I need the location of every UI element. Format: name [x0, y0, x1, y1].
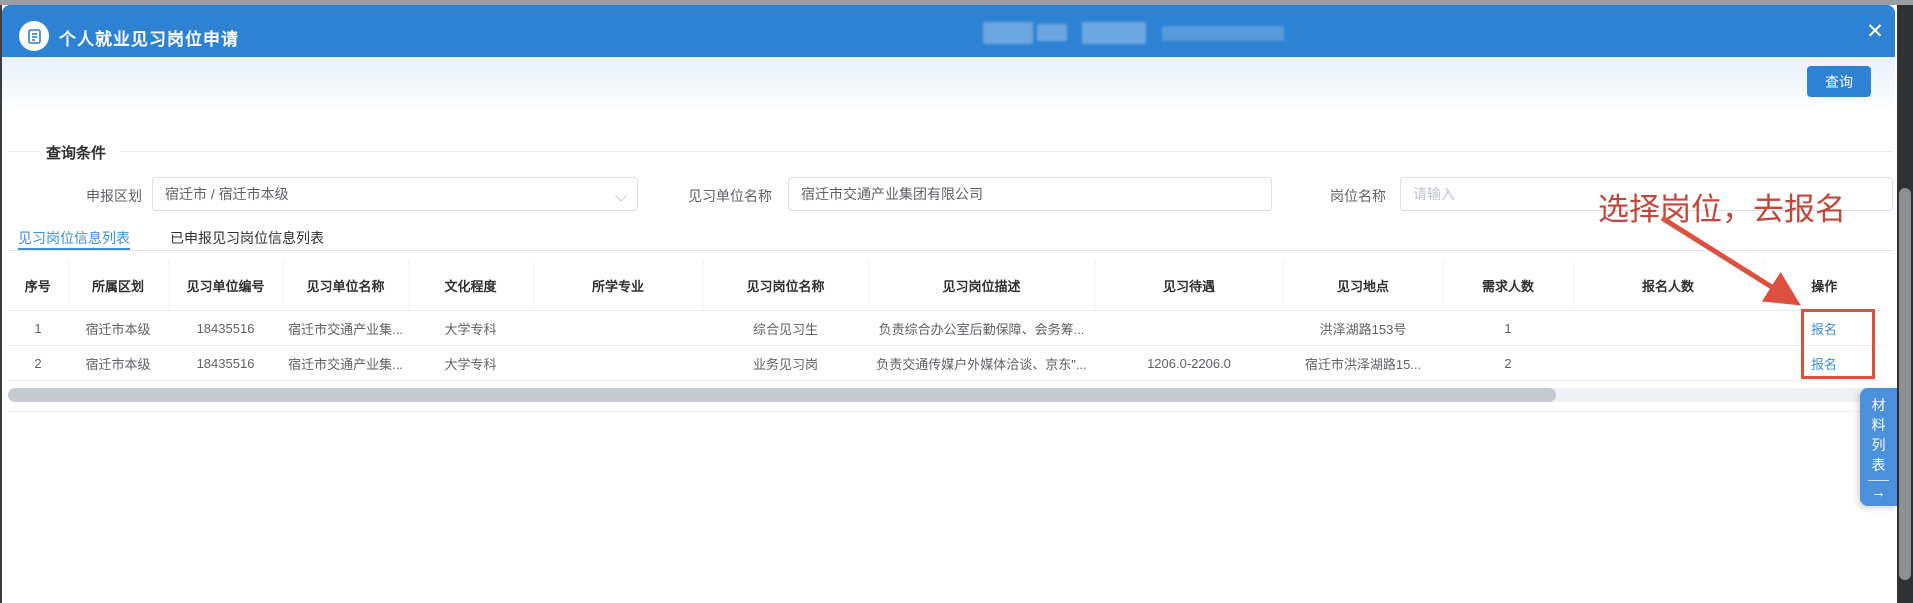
apply-link[interactable]: 报名 — [1811, 357, 1837, 372]
col-post-name: 见习岗位名称 — [703, 260, 868, 311]
vertical-scrollbar-thumb[interactable] — [1899, 188, 1911, 580]
col-applied: 报名人数 — [1573, 260, 1763, 311]
side-tab-divider — [1868, 480, 1889, 481]
apply-link[interactable]: 报名 — [1811, 322, 1837, 337]
form-document-icon — [19, 21, 49, 51]
cell-demand: 1 — [1443, 311, 1573, 346]
redacted-text-block — [1082, 22, 1146, 44]
screen: 个人就业见习岗位申请 ✕ 查询 查询条件 申报区划 宿迁市 / 宿迁市本级 见习… — [0, 0, 1913, 603]
table-row: 2 宿迁市本级 18435516 宿迁市交通产业集... 大学专科 业务见习岗 … — [8, 346, 1885, 381]
district-label: 申报区划 — [40, 186, 142, 206]
post-name-label: 岗位名称 — [1286, 186, 1386, 206]
col-demand: 需求人数 — [1443, 260, 1573, 311]
cell-post-name: 综合见习生 — [703, 311, 868, 346]
dialog-header: 个人就业见习岗位申请 — [2, 5, 1895, 57]
cell-post-desc: 负责交通传媒户外媒体洽谈、京东"... — [868, 346, 1095, 381]
district-select-value: 宿迁市 / 宿迁市本级 — [165, 186, 289, 202]
redacted-text-block — [1162, 26, 1284, 41]
side-tab-char: 表 — [1860, 455, 1897, 475]
dialog-title: 个人就业见习岗位申请 — [59, 25, 239, 50]
tab-job-list[interactable]: 见习岗位信息列表 — [18, 228, 130, 248]
chevron-down-icon — [615, 190, 626, 201]
district-select[interactable]: 宿迁市 / 宿迁市本级 — [152, 177, 638, 211]
table-bottom-line — [8, 411, 1893, 412]
cell-post-name: 业务见习岗 — [703, 346, 868, 381]
cell-post-desc: 负责综合办公室后勤保障、会务筹... — [868, 311, 1095, 346]
tabs-border — [8, 250, 1893, 251]
col-salary: 见习待遇 — [1095, 260, 1283, 311]
cell-applied — [1573, 311, 1763, 346]
cell-education: 大学专科 — [408, 311, 533, 346]
side-tab-char: 列 — [1860, 435, 1897, 455]
annotation-text: 选择岗位，去报名 — [1598, 184, 1846, 229]
cell-seq: 1 — [8, 311, 68, 346]
redacted-text-block — [983, 22, 1033, 44]
col-district: 所属区划 — [68, 260, 168, 311]
cell-major — [533, 311, 703, 346]
cell-action: 报名 — [1763, 311, 1885, 346]
query-button[interactable]: 查询 — [1807, 66, 1871, 97]
query-section-title: 查询条件 — [46, 142, 106, 163]
cell-salary — [1095, 311, 1283, 346]
section-divider — [8, 151, 40, 152]
cell-applied — [1573, 346, 1763, 381]
tab-applied-job-list[interactable]: 已申报见习岗位信息列表 — [170, 228, 324, 248]
cell-action: 报名 — [1763, 346, 1885, 381]
close-icon[interactable]: ✕ — [1862, 19, 1888, 45]
arrow-right-icon[interactable]: → — [1860, 485, 1897, 501]
toolbar-band — [2, 57, 1895, 113]
side-tab-char: 材 — [1860, 395, 1897, 415]
job-table: 序号 所属区划 见习单位编号 见习单位名称 文化程度 所学专业 见习岗位名称 见… — [8, 260, 1885, 381]
cell-unit-name: 宿迁市交通产业集... — [283, 346, 408, 381]
cell-major — [533, 346, 703, 381]
cell-education: 大学专科 — [408, 346, 533, 381]
cell-unit-no: 18435516 — [168, 346, 283, 381]
col-action: 操作 — [1763, 260, 1885, 311]
col-seq: 序号 — [8, 260, 68, 311]
col-major: 所学专业 — [533, 260, 703, 311]
section-divider — [120, 151, 1893, 152]
col-post-desc: 见习岗位描述 — [868, 260, 1095, 311]
col-unit-name: 见习单位名称 — [283, 260, 408, 311]
col-location: 见习地点 — [1283, 260, 1443, 311]
redacted-text-block — [1037, 24, 1067, 41]
cell-district: 宿迁市本级 — [68, 346, 168, 381]
col-unit-no: 见习单位编号 — [168, 260, 283, 311]
cell-seq: 2 — [8, 346, 68, 381]
cell-district: 宿迁市本级 — [68, 311, 168, 346]
table-header-row: 序号 所属区划 见习单位编号 见习单位名称 文化程度 所学专业 见习岗位名称 见… — [8, 260, 1885, 311]
side-tab-char: 料 — [1860, 415, 1897, 435]
cell-location: 洪泽湖路153号 — [1283, 311, 1443, 346]
cell-demand: 2 — [1443, 346, 1573, 381]
material-list-side-tab[interactable]: 材 料 列 表 → — [1860, 388, 1897, 506]
cell-location: 宿迁市洪泽湖路15... — [1283, 346, 1443, 381]
cell-unit-no: 18435516 — [168, 311, 283, 346]
horizontal-scrollbar-thumb[interactable] — [8, 388, 1556, 402]
table-row: 1 宿迁市本级 18435516 宿迁市交通产业集... 大学专科 综合见习生 … — [8, 311, 1885, 346]
company-input[interactable] — [788, 177, 1272, 211]
company-label: 见习单位名称 — [650, 186, 772, 206]
col-education: 文化程度 — [408, 260, 533, 311]
cell-unit-name: 宿迁市交通产业集... — [283, 311, 408, 346]
cell-salary: 1206.0-2206.0 — [1095, 346, 1283, 381]
